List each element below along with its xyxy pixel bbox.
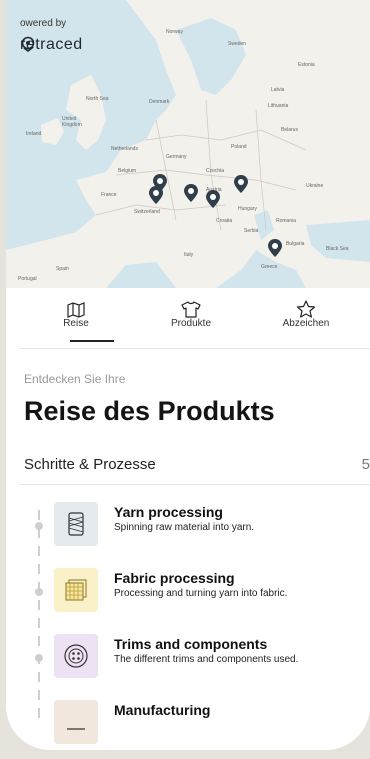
powered-by-label: owered by bbox=[20, 18, 67, 29]
svg-text:Spain: Spain bbox=[56, 266, 69, 272]
step-item[interactable]: Yarn processing Spinning raw material in… bbox=[35, 502, 364, 558]
tab-produkte[interactable]: Produkte bbox=[151, 296, 231, 346]
step-description: Spinning raw material into yarn. bbox=[114, 522, 255, 533]
timeline-dot bbox=[35, 654, 43, 662]
svg-text:Ireland: Ireland bbox=[26, 131, 42, 137]
map-pin-icon[interactable] bbox=[149, 186, 163, 204]
star-icon bbox=[296, 300, 316, 318]
map-pin-icon[interactable] bbox=[234, 175, 248, 193]
step-name: Trims and components bbox=[114, 636, 268, 652]
button-icon bbox=[54, 634, 98, 678]
divider bbox=[20, 348, 370, 349]
svg-text:Sweden: Sweden bbox=[228, 41, 246, 47]
svg-text:France: France bbox=[101, 192, 117, 198]
svg-text:Ukraine: Ukraine bbox=[306, 183, 323, 189]
map-pin-icon[interactable] bbox=[268, 239, 282, 257]
step-name: Fabric processing bbox=[114, 570, 235, 586]
svg-text:Switzerland: Switzerland bbox=[134, 209, 160, 215]
map-pin-icon[interactable] bbox=[206, 190, 220, 208]
active-tab-indicator bbox=[70, 340, 114, 342]
brand-logo[interactable]: retraced bbox=[20, 36, 83, 54]
step-name: Yarn processing bbox=[114, 504, 223, 520]
svg-text:Latvia: Latvia bbox=[271, 87, 285, 93]
svg-text:Estonia: Estonia bbox=[298, 62, 315, 68]
svg-text:Netherlands: Netherlands bbox=[111, 146, 138, 152]
step-description: The different trims and components used. bbox=[114, 654, 299, 665]
svg-text:Belarus: Belarus bbox=[281, 127, 298, 133]
svg-text:Hungary: Hungary bbox=[238, 206, 257, 212]
page-title: Reise des Produkts bbox=[24, 396, 275, 426]
divider bbox=[20, 484, 370, 485]
timeline-dot bbox=[35, 588, 43, 596]
step-item[interactable]: Fabric processing Processing and turning… bbox=[35, 568, 364, 624]
svg-text:Italy: Italy bbox=[184, 252, 194, 258]
steps-section-label: Schritte & Prozesse bbox=[24, 456, 156, 473]
svg-text:Portugal: Portugal bbox=[18, 276, 37, 282]
tab-abzeichen[interactable]: Abzeichen bbox=[266, 296, 346, 346]
map-icon bbox=[67, 302, 85, 318]
tshirt-icon bbox=[181, 301, 201, 318]
svg-text:Belgium: Belgium bbox=[118, 168, 136, 174]
timeline-line bbox=[38, 510, 40, 720]
svg-text:Germany: Germany bbox=[166, 154, 187, 160]
svg-text:Romania: Romania bbox=[276, 218, 296, 224]
timeline-dot bbox=[35, 522, 43, 530]
svg-text:Poland: Poland bbox=[231, 144, 247, 150]
svg-text:Czechia: Czechia bbox=[206, 168, 224, 174]
svg-text:Croatia: Croatia bbox=[216, 218, 232, 224]
tab-abzeichen-label: Abzeichen bbox=[282, 318, 330, 329]
yarn-icon bbox=[54, 502, 98, 546]
svg-text:Greece: Greece bbox=[261, 264, 278, 270]
tab-reise-label: Reise bbox=[63, 318, 89, 329]
journey-map[interactable]: Norway Sweden Estonia Latvia Lithuania D… bbox=[6, 0, 370, 288]
map-pin-icon[interactable] bbox=[184, 184, 198, 202]
tab-reise[interactable]: Reise bbox=[36, 296, 116, 346]
step-name: Manufacturing bbox=[114, 702, 211, 718]
svg-text:Norway: Norway bbox=[166, 29, 183, 35]
svg-text:Lithuania: Lithuania bbox=[268, 103, 289, 109]
step-description: Processing and turning yarn into fabric. bbox=[114, 588, 288, 599]
section-subtitle: Entdecken Sie Ihre bbox=[24, 372, 126, 386]
tab-produkte-label: Produkte bbox=[170, 318, 212, 329]
svg-text:Bulgaria: Bulgaria bbox=[286, 241, 305, 247]
fabric-icon bbox=[54, 568, 98, 612]
step-item[interactable]: Manufacturing bbox=[54, 700, 364, 750]
svg-text:Serbia: Serbia bbox=[244, 228, 259, 234]
retraced-logo-icon bbox=[21, 36, 35, 52]
tab-bar: Reise Produkte Abzeichen bbox=[36, 296, 346, 346]
phone-screen: Norway Sweden Estonia Latvia Lithuania D… bbox=[6, 0, 370, 750]
step-item[interactable]: Trims and components The different trims… bbox=[35, 634, 364, 690]
svg-text:Black Sea: Black Sea bbox=[326, 246, 349, 252]
manufacturing-icon bbox=[54, 700, 98, 744]
steps-count: 5 bbox=[361, 456, 370, 473]
svg-text:Denmark: Denmark bbox=[149, 99, 170, 105]
svg-text:Kingdom: Kingdom bbox=[62, 122, 82, 128]
svg-text:North Sea: North Sea bbox=[86, 96, 109, 102]
